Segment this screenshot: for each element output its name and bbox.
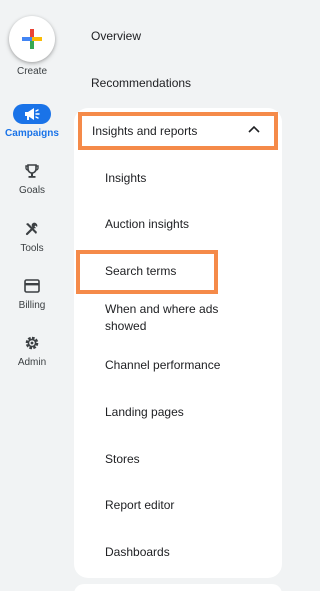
rail-item-tools[interactable]: Tools [0,219,64,263]
rail-label-goals: Goals [18,185,46,196]
nav-item-report-editor[interactable]: Report editor [105,497,174,514]
credit-card-icon [17,276,47,296]
nav-item-stores[interactable]: Stores [105,451,140,468]
rail-label-campaigns: Campaigns [5,128,59,139]
google-ads-navigation: Create Campaigns Goals Tools Billing Adm… [0,0,304,591]
rail-label-tools: Tools [20,243,44,254]
rail-item-billing[interactable]: Billing [0,276,64,320]
chevron-up-icon[interactable] [248,125,260,133]
rail-label-admin: Admin [17,357,47,368]
next-section-panel [74,584,282,591]
nav-item-landing-pages[interactable]: Landing pages [105,404,184,421]
search-terms-highlight [76,250,218,294]
rail-label-billing: Billing [18,300,46,311]
plus-icon [22,29,42,49]
nav-item-dashboards[interactable]: Dashboards [105,544,170,561]
nav-item-when-and-where-ads-showed[interactable]: When and where ads showed [105,301,245,335]
nav-item-auction-insights[interactable]: Auction insights [105,216,189,233]
nav-item-channel-performance[interactable]: Channel performance [105,357,220,374]
nav-item-overview[interactable]: Overview [91,29,141,43]
nav-item-insights[interactable]: Insights [105,170,146,187]
rail-item-admin[interactable]: Admin [0,333,64,377]
trophy-icon [17,161,47,181]
create-button[interactable] [9,16,55,62]
create-label: Create [16,66,47,77]
tools-icon [17,219,47,239]
gear-icon [17,333,47,353]
rail-item-campaigns[interactable]: Campaigns [0,104,64,148]
nav-item-recommendations[interactable]: Recommendations [91,76,191,90]
rail-item-goals[interactable]: Goals [0,161,64,205]
megaphone-icon [13,104,51,124]
section-header-label: Insights and reports [92,124,198,138]
section-header-insights-and-reports[interactable]: Insights and reports [78,112,278,150]
left-rail: Create Campaigns Goals Tools Billing Adm… [0,0,64,591]
